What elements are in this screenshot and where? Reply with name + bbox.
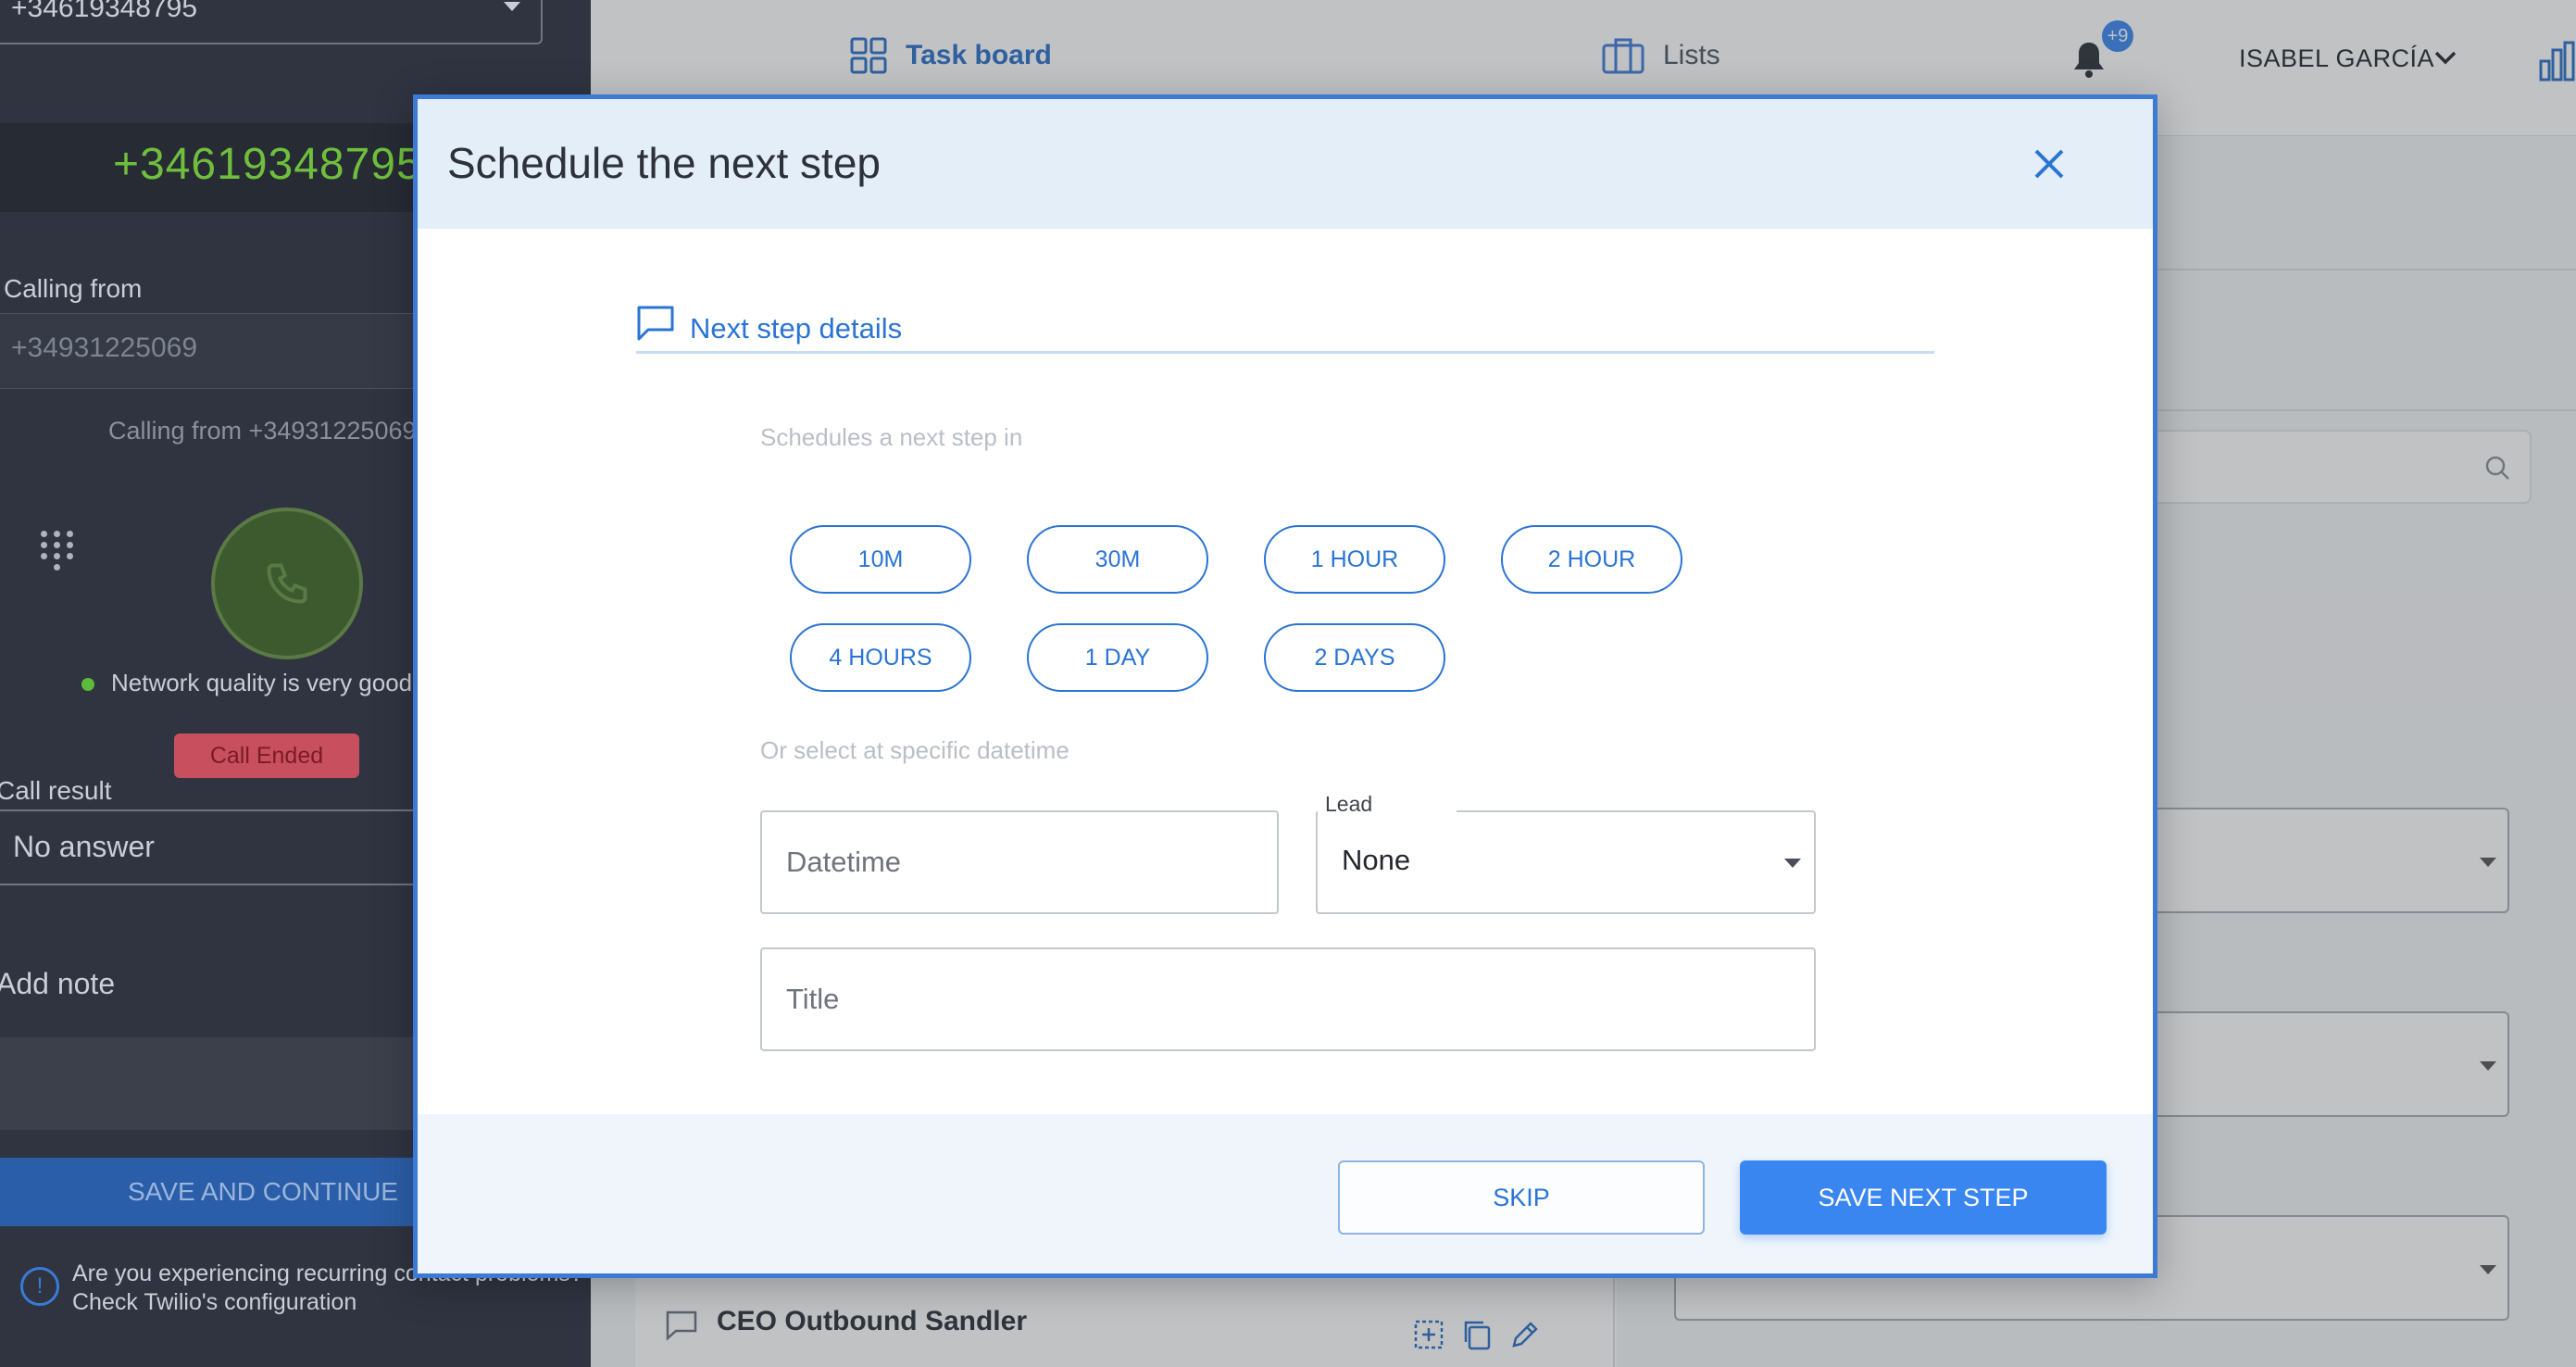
next-step-details-header: Next step details <box>636 305 1934 354</box>
phone-number-select[interactable]: +34619348795 <box>0 0 543 44</box>
modal-title: Schedule the next step <box>447 139 881 187</box>
phone-number-select-value: +34619348795 <box>11 0 198 23</box>
call-result-value: No answer <box>13 830 155 863</box>
schedule-label: Schedules a next step in <box>760 423 1023 451</box>
quick-option-4-hours[interactable]: 4 HOURS <box>790 623 971 692</box>
dialpad-icon[interactable] <box>41 531 74 571</box>
calling-from-subtext: Calling from +34931225069 <box>108 417 417 445</box>
specific-datetime-label: Or select at specific datetime <box>760 736 1069 764</box>
network-quality-text: Network quality is very good <box>111 669 413 696</box>
quick-option-10m[interactable]: 10M <box>790 525 971 594</box>
close-icon[interactable] <box>2029 144 2070 184</box>
lead-label: Lead <box>1321 792 1377 817</box>
network-status-dot <box>81 678 94 692</box>
call-button[interactable] <box>211 508 363 659</box>
skip-button[interactable]: SKIP <box>1338 1160 1705 1235</box>
lead-select[interactable]: Lead None <box>1316 792 1816 914</box>
comment-icon <box>637 306 674 341</box>
section-title: Next step details <box>690 312 903 345</box>
quick-option-1-day[interactable]: 1 DAY <box>1027 623 1208 692</box>
chevron-down-icon <box>504 2 520 11</box>
save-next-step-button[interactable]: SAVE NEXT STEP <box>1740 1160 2107 1235</box>
quick-option-30m[interactable]: 30M <box>1027 525 1208 594</box>
modal-header: Schedule the next step <box>418 99 2153 229</box>
dialed-number: +34619348795 <box>113 140 422 189</box>
call-status-badge: Call Ended <box>174 734 359 778</box>
quick-option-1-hour[interactable]: 1 HOUR <box>1264 525 1445 594</box>
datetime-input[interactable] <box>762 812 1277 912</box>
lead-value: None <box>1342 844 1411 876</box>
schedule-next-step-modal: Schedule the next step Next step details… <box>413 94 2157 1278</box>
call-result-label: Call result <box>0 776 112 805</box>
info-icon: ! <box>20 1267 59 1306</box>
add-note-label: Add note <box>0 967 116 1000</box>
calling-from-value: +34931225069 <box>11 332 198 363</box>
quick-option-2-days[interactable]: 2 DAYS <box>1264 623 1445 692</box>
title-input[interactable] <box>762 949 1814 1049</box>
chevron-down-icon <box>1784 859 1801 868</box>
calling-from-label: Calling from <box>4 274 143 303</box>
network-quality: Network quality is very good <box>81 669 412 697</box>
quick-option-2-hour[interactable]: 2 HOUR <box>1501 525 1682 594</box>
phone-icon <box>267 563 307 604</box>
title-field[interactable] <box>760 947 1816 1051</box>
datetime-field[interactable] <box>760 810 1279 914</box>
